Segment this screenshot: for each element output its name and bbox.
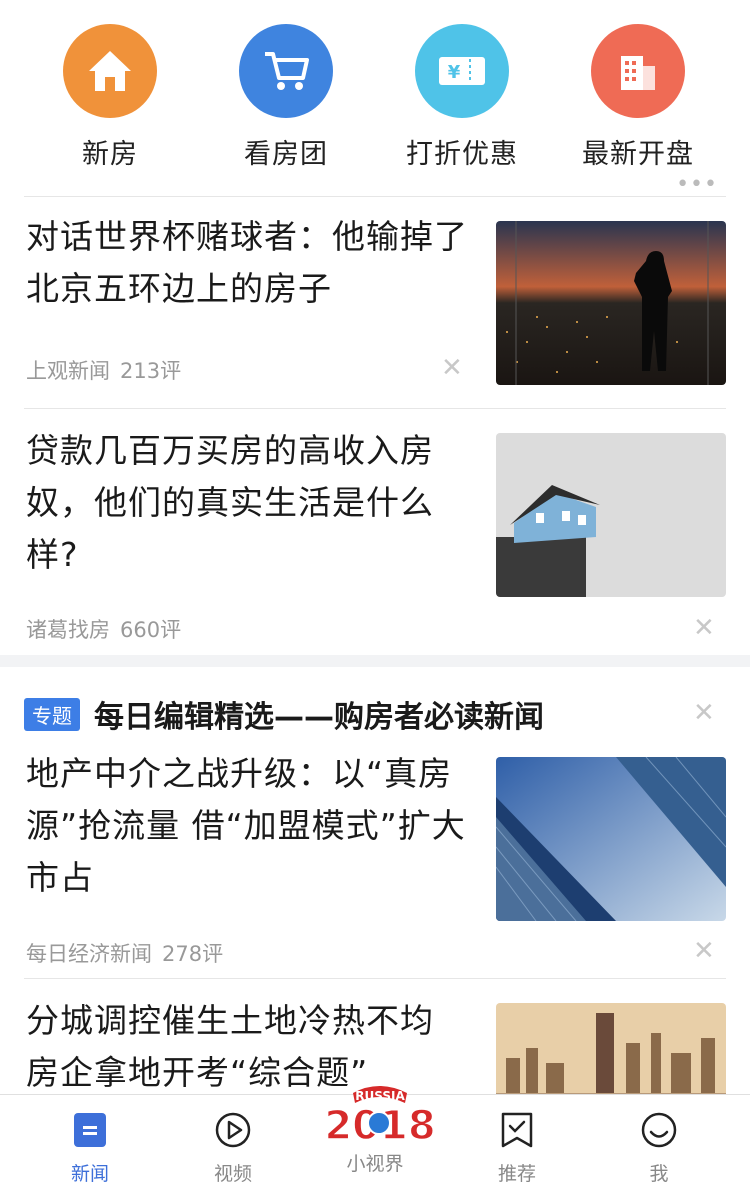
news-meta: 每日经济新闻 278评 [26, 938, 233, 968]
quick-nav-new-homes[interactable]: 新房 [35, 24, 185, 171]
tab-label: 我 [649, 1163, 669, 1185]
news-thumbnail [496, 757, 726, 921]
news-icon [74, 1113, 106, 1147]
section-gap [0, 655, 750, 667]
tab-news[interactable]: 新闻 [30, 1111, 150, 1186]
svg-text:RUSSIA: RUSSIA [355, 1089, 405, 1103]
news-title: 对话世界杯赌球者：他输掉了 北京五环边上的房子 [26, 217, 468, 308]
news-thumbnail [496, 433, 726, 597]
dismiss-icon[interactable]: ✕ [441, 353, 463, 383]
news-thumbnail [496, 221, 726, 385]
dismiss-icon[interactable]: ✕ [693, 613, 715, 643]
tab-recommend[interactable]: 推荐 [457, 1111, 577, 1186]
quick-nav-viewing-group[interactable]: 看房团 [211, 24, 361, 171]
dismiss-icon[interactable]: ✕ [693, 936, 715, 966]
building-icon [591, 24, 685, 118]
smiley-icon [641, 1112, 677, 1148]
topic-badge: 专题 [24, 698, 80, 731]
tab-label: 推荐 [497, 1163, 536, 1185]
tab-me[interactable]: 我 [599, 1111, 719, 1186]
news-item[interactable]: 对话世界杯赌球者：他输掉了 北京五环边上的房子 上观新闻 213评 ✕ [0, 197, 750, 408]
news-source: 上观新闻 [26, 359, 110, 383]
russia-2018-logo: RUSSIA 2018 [324, 1086, 436, 1150]
play-circle-icon [215, 1112, 251, 1148]
house-icon [63, 24, 157, 118]
news-comment-count: 213评 [120, 359, 182, 383]
topic-title: 每日编辑精选——购房者必读新闻 [94, 700, 544, 735]
news-meta: 诸葛找房 660评 [26, 614, 191, 644]
news-item[interactable]: 贷款几百万买房的高收入房 奴，他们的真实生活是什么 样? 诸葛找房 660评 ✕ [0, 409, 750, 655]
tab-label: 小视界 [346, 1153, 404, 1175]
news-item[interactable]: 地产中介之战升级：以“真房 源”抢流量 借“加盟模式”扩大 市占 每日经济新闻 2… [0, 740, 750, 978]
news-comment-count: 660评 [120, 618, 182, 642]
news-thumbnail [496, 1003, 726, 1095]
coupon-icon: ¥ [415, 24, 509, 118]
quick-nav-discounts[interactable]: ¥ 打折优惠 [387, 24, 537, 171]
bottom-nav: 新闻 视频 RUSSIA 2018 小视界 推荐 我 [0, 1086, 750, 1199]
bookmark-check-icon [501, 1112, 533, 1148]
news-title: 地产中介之战升级：以“真房 源”抢流量 借“加盟模式”扩大 市占 [26, 754, 466, 897]
more-dots-icon[interactable]: ••• [676, 172, 718, 197]
quick-nav: 新房 看房团 ¥ 打折优惠 最新开盘 ••• [0, 0, 750, 197]
news-item[interactable]: 分城调控催生土地冷热不均 房企拿地开考“综合题” [0, 979, 750, 1095]
news-meta: 上观新闻 213评 [26, 355, 191, 385]
quick-nav-label: 看房团 [244, 139, 328, 170]
topic-header[interactable]: 专题 每日编辑精选——购房者必读新闻 ✕ [24, 692, 726, 736]
quick-nav-label: 打折优惠 [406, 139, 518, 170]
news-title: 分城调控催生土地冷热不均 房企拿地开考“综合题” [26, 1001, 434, 1092]
news-source: 每日经济新闻 [26, 942, 152, 966]
news-title: 贷款几百万买房的高收入房 奴，他们的真实生活是什么 样? [26, 431, 434, 574]
news-comment-count: 278评 [162, 942, 224, 966]
tab-video[interactable]: 视频 [173, 1111, 293, 1186]
svg-text:¥: ¥ [448, 62, 461, 83]
tab-small-world[interactable]: RUSSIA 2018 小视界 [315, 1081, 436, 1176]
tab-label: 新闻 [70, 1163, 109, 1185]
tab-label: 视频 [213, 1163, 252, 1185]
quick-nav-label: 新房 [82, 139, 138, 170]
quick-nav-label: 最新开盘 [582, 139, 694, 170]
dismiss-icon[interactable]: ✕ [693, 698, 715, 728]
news-source: 诸葛找房 [26, 618, 110, 642]
quick-nav-new-openings[interactable]: 最新开盘 [563, 24, 713, 171]
shopping-cart-icon [239, 24, 333, 118]
